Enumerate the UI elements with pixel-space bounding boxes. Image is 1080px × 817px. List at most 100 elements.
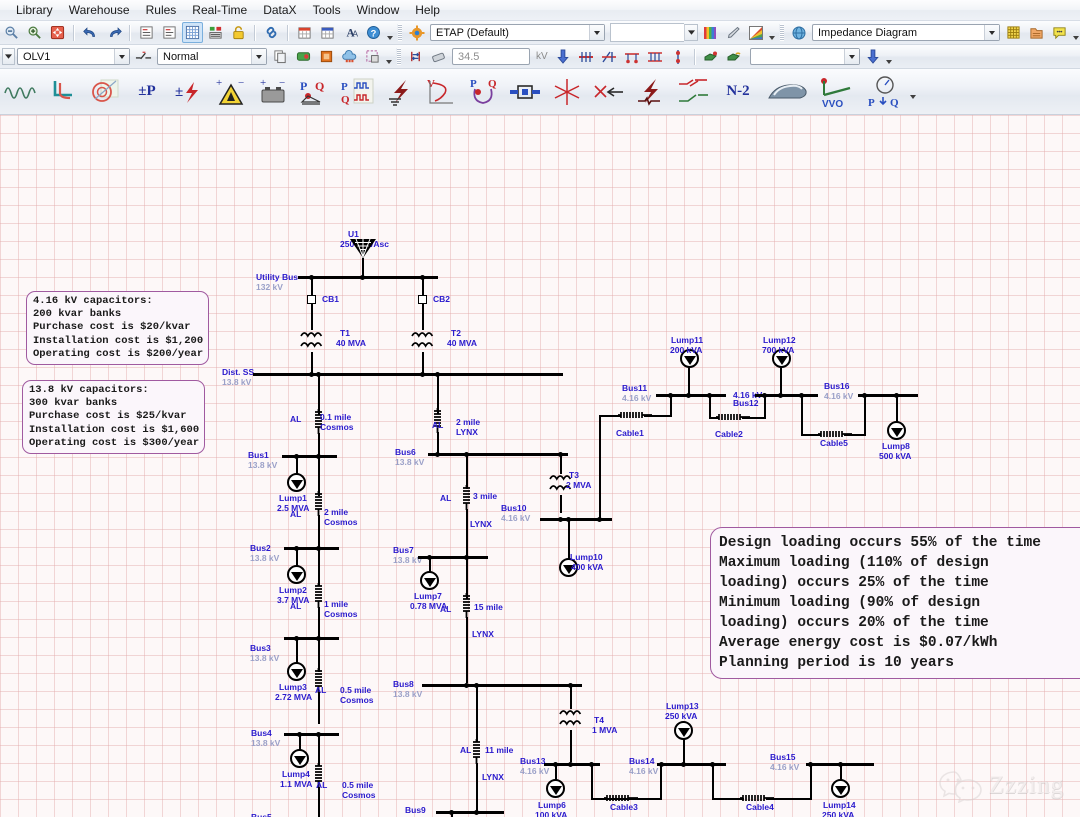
lump-load-lump2[interactable] bbox=[287, 565, 306, 584]
lump-load-lump6[interactable] bbox=[546, 779, 565, 798]
note-loading-assumptions[interactable]: Design loading occurs 55% of the time Ma… bbox=[710, 527, 1080, 679]
report-properties-icon[interactable] bbox=[159, 22, 180, 43]
edit-properties-icon[interactable] bbox=[136, 22, 157, 43]
contingency-icon[interactable] bbox=[673, 71, 713, 113]
lump-load-lump1[interactable] bbox=[287, 473, 306, 492]
redo-icon[interactable] bbox=[103, 22, 124, 43]
stop-icon[interactable] bbox=[316, 46, 337, 67]
eraser-icon[interactable] bbox=[428, 46, 449, 67]
dc-source-icon[interactable]: ± bbox=[169, 71, 209, 113]
toolbar2-overflow-button[interactable] bbox=[384, 48, 393, 66]
protective-device-icon[interactable] bbox=[43, 71, 83, 113]
bus-bus14[interactable] bbox=[657, 763, 726, 766]
n-2-contingency-icon[interactable]: N-2 bbox=[715, 71, 761, 113]
find-icon[interactable]: AA bbox=[340, 22, 361, 43]
rainbow-icon[interactable] bbox=[745, 22, 766, 43]
one-line-view-select[interactable]: OLV1 bbox=[17, 48, 130, 65]
pq-load-icon[interactable]: PQ bbox=[295, 71, 335, 113]
battery-icon[interactable]: +− bbox=[253, 71, 293, 113]
diagram-view-icon[interactable] bbox=[788, 22, 809, 43]
toolbar-grip-3[interactable] bbox=[396, 48, 401, 65]
help-icon[interactable]: ? bbox=[363, 22, 384, 43]
palette-overflow-button[interactable] bbox=[908, 83, 917, 101]
lump-load-lump8[interactable] bbox=[887, 421, 906, 440]
bus-bus3[interactable] bbox=[284, 637, 339, 640]
line-impedance-icon-2[interactable] bbox=[313, 491, 324, 517]
lump-load-lump4[interactable] bbox=[290, 749, 309, 768]
rack-icon[interactable] bbox=[205, 22, 226, 43]
transformer-t2-icon[interactable] bbox=[408, 327, 438, 355]
diagram-view-chevron-down-icon[interactable] bbox=[984, 25, 999, 40]
undo-icon[interactable] bbox=[80, 22, 101, 43]
bus-dist-ss[interactable] bbox=[253, 373, 563, 376]
toolbar2-right-overflow-button[interactable] bbox=[885, 48, 894, 66]
eyedropper-icon[interactable] bbox=[722, 22, 743, 43]
bus-tool-icon[interactable] bbox=[576, 46, 597, 67]
color-palette-icon[interactable] bbox=[699, 22, 720, 43]
menu-item-rules[interactable]: Rules bbox=[138, 1, 185, 19]
network-icon[interactable] bbox=[339, 46, 360, 67]
theme-select[interactable]: ETAP (Default) bbox=[430, 24, 605, 41]
breaker-cb1[interactable] bbox=[307, 295, 316, 304]
bus-bus1[interactable] bbox=[282, 455, 337, 458]
menu-item-help[interactable]: Help bbox=[407, 1, 448, 19]
pq-waveform-icon[interactable]: PQ bbox=[337, 71, 377, 113]
copy-icon[interactable] bbox=[270, 46, 291, 67]
status-icon[interactable] bbox=[293, 46, 314, 67]
star-protective-icon[interactable] bbox=[547, 71, 587, 113]
filter-select[interactable] bbox=[750, 48, 860, 65]
bus-utility-bus[interactable] bbox=[298, 276, 438, 279]
zoom-in-icon[interactable] bbox=[24, 22, 45, 43]
arc-hazard-icon[interactable]: +− bbox=[211, 71, 251, 113]
lump-load-lump3[interactable] bbox=[287, 662, 306, 681]
secondary-input[interactable] bbox=[610, 23, 684, 42]
line-impedance-icon-7[interactable] bbox=[461, 485, 472, 511]
secondary-input-chevron-down-icon[interactable] bbox=[684, 24, 698, 41]
ground-fault-icon[interactable] bbox=[379, 71, 419, 113]
calendar-red-icon[interactable] bbox=[294, 22, 315, 43]
theme-gear-icon[interactable] bbox=[406, 22, 427, 43]
line-impedance-icon-3[interactable] bbox=[313, 583, 324, 609]
transfer-icon[interactable] bbox=[405, 46, 426, 67]
voltage-input[interactable]: 34.5 bbox=[452, 48, 530, 65]
zoom-out-icon[interactable] bbox=[1, 22, 22, 43]
configuration-chevron-down-icon[interactable] bbox=[251, 49, 266, 64]
bus-bus9[interactable] bbox=[436, 811, 504, 814]
pq-circle-icon[interactable]: PQ bbox=[463, 71, 503, 113]
vi-curve-icon[interactable]: V bbox=[421, 71, 461, 113]
line-impedance-icon-9[interactable] bbox=[471, 739, 482, 765]
calendar-blue-icon[interactable] bbox=[317, 22, 338, 43]
lump-load-lump13[interactable] bbox=[674, 721, 693, 740]
lump-load-lump7[interactable] bbox=[420, 571, 439, 590]
chevron-down-icon[interactable] bbox=[589, 25, 604, 40]
branch-tool-icon[interactable] bbox=[599, 46, 620, 67]
open-switch-icon[interactable] bbox=[724, 46, 745, 67]
menu-item-tools[interactable]: Tools bbox=[305, 1, 349, 19]
bus-bus2[interactable] bbox=[284, 547, 339, 550]
link-icon[interactable] bbox=[261, 22, 282, 43]
menu-item-library[interactable]: Library bbox=[8, 1, 61, 19]
bus-bus4[interactable] bbox=[284, 733, 339, 736]
pq-optimization-icon[interactable]: PQ bbox=[861, 71, 907, 113]
lock-icon[interactable] bbox=[228, 22, 249, 43]
report-manager-icon[interactable] bbox=[1026, 22, 1047, 43]
utility-source-icon[interactable] bbox=[349, 238, 377, 260]
one-line-view-chevron-down-icon[interactable] bbox=[114, 49, 129, 64]
dc-power-icon[interactable]: ±P bbox=[127, 71, 167, 113]
vvo-icon[interactable]: VVO bbox=[813, 71, 859, 113]
arc-flash-icon[interactable] bbox=[85, 71, 125, 113]
grid-icon[interactable] bbox=[182, 22, 203, 43]
filter-chevron-down-icon[interactable] bbox=[844, 49, 859, 64]
preset-prev-chevron-icon[interactable] bbox=[2, 48, 15, 65]
menu-item-window[interactable]: Window bbox=[349, 1, 408, 19]
apply-filter-down-arrow-icon[interactable] bbox=[863, 46, 884, 67]
bus-bus11[interactable] bbox=[656, 394, 726, 397]
down-arrow-icon[interactable] bbox=[553, 46, 574, 67]
device-block-icon[interactable] bbox=[505, 71, 545, 113]
configuration-icon[interactable] bbox=[133, 46, 154, 67]
grid-report-icon[interactable] bbox=[1003, 22, 1024, 43]
diagram-view-select[interactable]: Impedance Diagram bbox=[812, 24, 1000, 41]
transformer-t4-icon[interactable] bbox=[556, 705, 586, 733]
switching-icon[interactable] bbox=[589, 71, 629, 113]
toolbar1-overflow-button[interactable] bbox=[385, 24, 394, 42]
